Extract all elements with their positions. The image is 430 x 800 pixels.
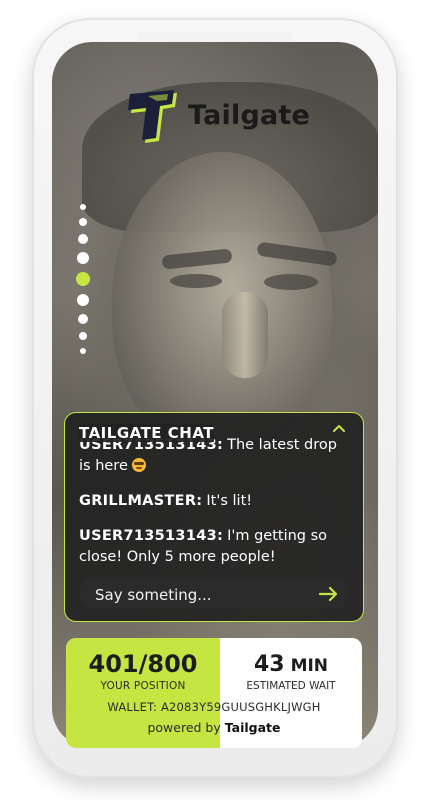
carousel-dot[interactable] bbox=[80, 348, 86, 354]
chat-message: USER713513143: I'm getting so close! Only… bbox=[79, 526, 351, 567]
chat-text: It's lit! bbox=[206, 493, 253, 509]
carousel-pagination bbox=[76, 204, 90, 364]
carousel-dot[interactable] bbox=[78, 314, 88, 324]
background-statue-face bbox=[112, 152, 332, 452]
estimated-wait-label: ESTIMATED WAIT bbox=[246, 680, 336, 692]
chevron-up-icon bbox=[333, 425, 345, 432]
estimated-wait-value: 43 MIN bbox=[220, 652, 362, 677]
carousel-dot[interactable] bbox=[77, 294, 89, 306]
carousel-dot[interactable] bbox=[77, 252, 89, 264]
carousel-dot[interactable] bbox=[79, 332, 87, 340]
chat-username: USER713513143: bbox=[79, 528, 224, 544]
tailgate-logo-icon bbox=[128, 90, 177, 143]
carousel-dot-active[interactable] bbox=[76, 272, 90, 286]
background-statue-nose bbox=[222, 292, 268, 378]
chat-username: GRILLMASTER: bbox=[79, 493, 203, 509]
queue-position-value: 401/800 bbox=[88, 650, 198, 678]
chat-panel: TAILGATE CHAT USER713513143: The latest d… bbox=[64, 412, 364, 622]
queue-status-card: 401/800 YOUR POSITION 43 MIN ESTIMATED WA… bbox=[66, 638, 362, 748]
powered-by-prefix: powered by bbox=[147, 720, 221, 735]
powered-by-brand[interactable]: Tailgate bbox=[225, 720, 281, 735]
star-struck-emoji-icon bbox=[132, 458, 147, 472]
wait-number: 43 bbox=[253, 652, 285, 677]
chat-message-input[interactable] bbox=[93, 579, 307, 611]
carousel-dot[interactable] bbox=[78, 234, 88, 244]
chat-message: USER713513143: The latest drop is here bbox=[79, 437, 351, 477]
chat-input-bar bbox=[79, 579, 349, 611]
queue-position-label: YOUR POSITION bbox=[100, 680, 186, 692]
send-message-button[interactable] bbox=[317, 583, 341, 605]
background-statue-eye bbox=[170, 274, 222, 288]
logo-wordmark: Tailgate bbox=[188, 100, 311, 131]
wallet-address: WALLET: A2083Y59GUUSGHKLJWGH bbox=[107, 700, 321, 714]
chat-message: GRILLMASTER: It's lit! bbox=[79, 491, 351, 512]
chat-messages: USER713513143: The latest drop is here GR… bbox=[79, 437, 351, 567]
carousel-dot[interactable] bbox=[80, 204, 86, 210]
carousel-dot[interactable] bbox=[79, 218, 87, 226]
powered-by: powered by Tailgate bbox=[66, 720, 362, 735]
arrow-right-icon bbox=[318, 586, 338, 602]
tailgate-logo: Tailgate bbox=[122, 84, 322, 144]
chat-collapse-button[interactable] bbox=[331, 421, 351, 441]
background-statue-eye bbox=[264, 274, 318, 290]
wait-unit: MIN bbox=[290, 656, 329, 676]
chat-title: TAILGATE CHAT bbox=[79, 424, 215, 442]
